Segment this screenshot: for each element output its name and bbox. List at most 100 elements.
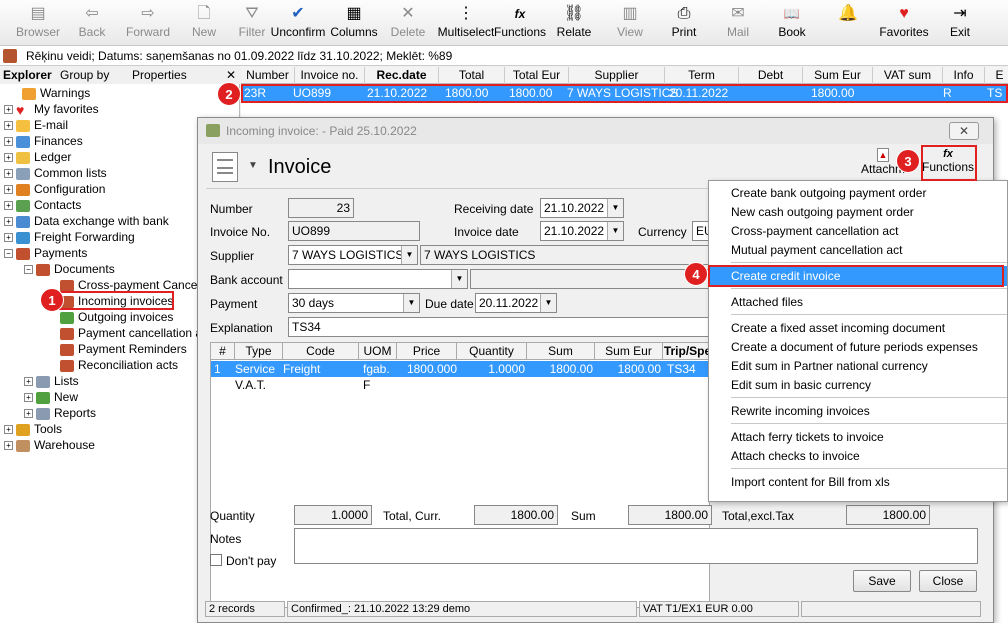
view-button[interactable]: ▥ View bbox=[600, 3, 660, 43]
delete-button[interactable]: ✕ Delete bbox=[378, 3, 438, 43]
multiselect-button[interactable]: ⋮ Multiselect bbox=[436, 3, 496, 43]
menu-item-edit-sum-in-basic-currency[interactable]: Edit sum in basic currency bbox=[731, 376, 871, 395]
chevron-down-icon[interactable]: ▼ bbox=[607, 222, 623, 240]
column-header[interactable]: Debt bbox=[739, 67, 803, 84]
mail-button[interactable]: ✉ Mail bbox=[708, 3, 768, 43]
sidebar-item-warnings[interactable]: Warnings bbox=[22, 85, 90, 101]
sidebar-item-documents[interactable]: − Documents bbox=[24, 261, 115, 277]
menu-item-new-cash-outgoing-payment-order[interactable]: New cash outgoing payment order bbox=[731, 203, 914, 222]
sidebar-item-freight-forwarding[interactable]: + Freight Forwarding bbox=[4, 229, 135, 245]
columns-button[interactable]: ▦ Columns bbox=[324, 3, 384, 43]
column-header[interactable]: Supplier bbox=[569, 67, 665, 84]
tab-explorer[interactable]: Explorer bbox=[3, 68, 52, 82]
column-header[interactable]: Sum Eur bbox=[803, 67, 873, 84]
column-header[interactable]: Invoice no. bbox=[295, 67, 365, 84]
chevron-down-icon[interactable]: ▼ bbox=[540, 294, 556, 312]
print-button[interactable]: ⎙ Print bbox=[654, 3, 714, 43]
column-header[interactable]: Total bbox=[439, 67, 505, 84]
menu-item-create-a-document-of-future-periods-expe[interactable]: Create a document of future periods expe… bbox=[731, 338, 978, 357]
expand-icon[interactable]: + bbox=[4, 233, 13, 243]
expand-icon[interactable]: + bbox=[4, 137, 13, 147]
notifications-button[interactable]: 🔔 bbox=[818, 3, 878, 43]
column-header[interactable]: E bbox=[985, 67, 1008, 84]
sidebar-item-common-lists[interactable]: + Common lists bbox=[4, 165, 107, 181]
relate-button[interactable]: ⛓ Relate bbox=[544, 3, 604, 43]
column-header[interactable]: Number bbox=[241, 67, 295, 84]
items-column-header[interactable]: Code bbox=[283, 343, 359, 360]
sidebar-item-ledger[interactable]: + Ledger bbox=[4, 149, 71, 165]
sidebar-item-payment-cancellation-a[interactable]: Payment cancellation a bbox=[60, 325, 202, 341]
chevron-down-icon[interactable]: ▼ bbox=[451, 270, 467, 288]
chevron-down-icon[interactable]: ▼ bbox=[401, 246, 417, 264]
explanation-field[interactable]: TS34 bbox=[288, 317, 710, 337]
sidebar-item-e-mail[interactable]: + E-mail bbox=[4, 117, 68, 133]
supplier-code-field[interactable]: 7 WAYS LOGISTICS ▼ bbox=[288, 245, 418, 265]
menu-item-attach-ferry-tickets-to-invoice[interactable]: Attach ferry tickets to invoice bbox=[731, 428, 884, 447]
forward-button[interactable]: ⇨ Forward bbox=[118, 3, 178, 43]
item-row[interactable]: V.A.T. F bbox=[211, 377, 711, 393]
column-header[interactable]: Rec.date bbox=[365, 67, 439, 84]
collapse-icon[interactable]: − bbox=[24, 265, 33, 275]
bank-account-field[interactable]: ▼ bbox=[288, 269, 468, 289]
menu-item-import-content-for-bill-from-xls[interactable]: Import content for Bill from xls bbox=[731, 473, 890, 492]
close-button[interactable]: Close bbox=[919, 570, 977, 592]
receiving-date-field[interactable]: 21.10.2022 ▼ bbox=[540, 198, 624, 218]
menu-item-edit-sum-in-partner-national-currency[interactable]: Edit sum in Partner national currency bbox=[731, 357, 928, 376]
save-button[interactable]: Save bbox=[853, 570, 911, 592]
sidebar-item-new[interactable]: + New bbox=[24, 389, 78, 405]
column-header[interactable]: Term bbox=[665, 67, 739, 84]
sidebar-item-reconciliation-acts[interactable]: Reconciliation acts bbox=[60, 357, 178, 373]
functions-button[interactable]: fx Functions bbox=[490, 3, 550, 43]
sidebar-item-configuration[interactable]: + Configuration bbox=[4, 181, 105, 197]
notes-field[interactable] bbox=[294, 528, 978, 564]
chevron-down-icon[interactable]: ▼ bbox=[607, 199, 623, 217]
chevron-down-icon[interactable]: ▼ bbox=[403, 294, 419, 312]
expand-icon[interactable]: + bbox=[24, 409, 33, 419]
expand-icon[interactable]: + bbox=[24, 393, 33, 403]
items-column-header[interactable]: Type bbox=[235, 343, 283, 360]
menu-item-cross-payment-cancellation-act[interactable]: Cross-payment cancellation act bbox=[731, 222, 898, 241]
dont-pay-checkbox[interactable] bbox=[210, 554, 222, 566]
sidebar-item-outgoing-invoices[interactable]: Outgoing invoices bbox=[60, 309, 173, 325]
sidebar-item-payment-reminders[interactable]: Payment Reminders bbox=[60, 341, 187, 357]
favorites-button[interactable]: ♥ Favorites bbox=[874, 3, 934, 43]
expand-icon[interactable]: + bbox=[4, 153, 13, 163]
sidebar-item-data-exchange-with-bank[interactable]: + Data exchange with bank bbox=[4, 213, 169, 229]
chevron-down-icon[interactable]: ▼ bbox=[248, 160, 258, 171]
expand-icon[interactable]: + bbox=[4, 201, 13, 211]
menu-item-rewrite-incoming-invoices[interactable]: Rewrite incoming invoices bbox=[731, 402, 870, 421]
sidebar-item-warehouse[interactable]: + Warehouse bbox=[4, 437, 95, 453]
sidebar-item-my-favorites[interactable]: + ♥ My favorites bbox=[4, 101, 99, 117]
book-button[interactable]: 📖 Book bbox=[762, 3, 822, 43]
items-column-header[interactable]: Sum Eur bbox=[595, 343, 663, 360]
column-header[interactable]: Info bbox=[943, 67, 985, 84]
sidebar-item-payments[interactable]: − Payments bbox=[4, 245, 87, 261]
invoice-no-field[interactable]: UO899 bbox=[288, 221, 420, 241]
sidebar-item-tools[interactable]: + Tools bbox=[4, 421, 62, 437]
sidebar-item-contacts[interactable]: + Contacts bbox=[4, 197, 81, 213]
menu-item-attached-files[interactable]: Attached files bbox=[731, 293, 803, 312]
sidebar-item-finances[interactable]: + Finances bbox=[4, 133, 83, 149]
close-icon[interactable]: ✕ bbox=[226, 68, 236, 82]
items-column-header[interactable]: Quantity bbox=[457, 343, 527, 360]
browser-button[interactable]: ▤ Browser bbox=[8, 3, 68, 43]
number-field[interactable]: 23 bbox=[288, 198, 354, 218]
collapse-icon[interactable]: − bbox=[4, 249, 13, 259]
sidebar-item-lists[interactable]: + Lists bbox=[24, 373, 79, 389]
tab-properties[interactable]: Properties bbox=[132, 68, 187, 82]
menu-item-attach-checks-to-invoice[interactable]: Attach checks to invoice bbox=[731, 447, 860, 466]
items-column-header[interactable]: Price bbox=[397, 343, 457, 360]
items-column-header[interactable]: Sum bbox=[527, 343, 595, 360]
expand-icon[interactable]: + bbox=[24, 377, 33, 387]
payment-terms-field[interactable]: 30 days ▼ bbox=[288, 293, 420, 313]
expand-icon[interactable]: + bbox=[4, 441, 13, 451]
items-column-header[interactable]: UOM bbox=[359, 343, 397, 360]
expand-icon[interactable]: + bbox=[4, 217, 13, 227]
item-row[interactable]: 1 Service Freight fgab. 1800.000 1.0000 1800.0… bbox=[211, 361, 711, 377]
menu-item-create-bank-outgoing-payment-order[interactable]: Create bank outgoing payment order bbox=[731, 184, 926, 203]
expand-icon[interactable]: + bbox=[4, 185, 13, 195]
due-date-field[interactable]: 20.11.2022 ▼ bbox=[475, 293, 557, 313]
column-header[interactable]: VAT sum Eur bbox=[873, 67, 943, 99]
sidebar-item-reports[interactable]: + Reports bbox=[24, 405, 96, 421]
column-header[interactable]: Total Eur bbox=[505, 67, 569, 84]
